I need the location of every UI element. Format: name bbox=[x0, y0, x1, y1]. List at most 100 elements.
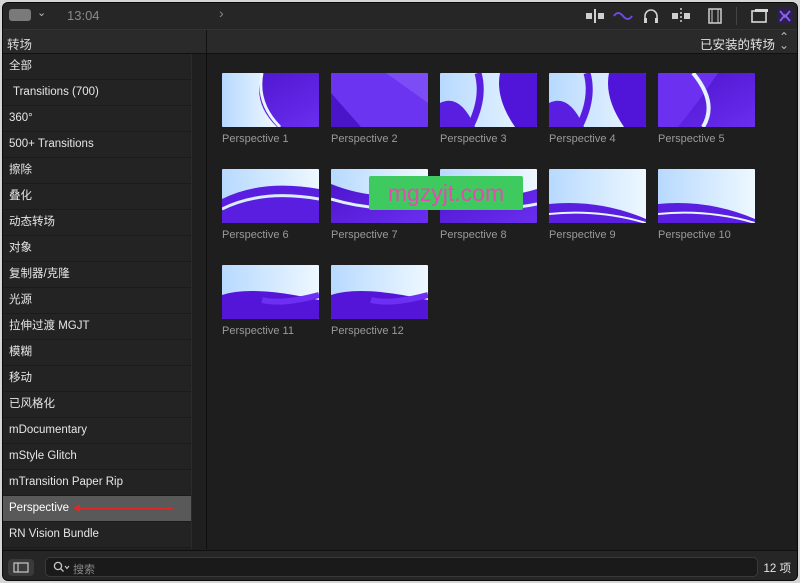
sidebar-item[interactable]: mStyle Glitch bbox=[3, 444, 191, 470]
sidebar-item-label: RN Vision Bundle bbox=[9, 528, 99, 540]
transition-tile[interactable]: Perspective 9 bbox=[549, 169, 646, 241]
sidebar-item[interactable]: Perspective bbox=[3, 496, 191, 522]
sidebar-item[interactable]: 拉伸过渡 MGJT bbox=[3, 314, 191, 340]
transition-tile[interactable]: Perspective 12 bbox=[331, 265, 428, 337]
header-divider bbox=[206, 30, 207, 53]
search-field[interactable]: 搜索 bbox=[45, 557, 758, 577]
skimming-icon[interactable] bbox=[671, 8, 691, 24]
transition-label: Perspective 3 bbox=[440, 133, 507, 145]
filmstrip-icon[interactable] bbox=[707, 8, 723, 24]
sidebar-item[interactable]: 动态转场 bbox=[3, 210, 191, 236]
transition-tile[interactable]: Perspective 1 bbox=[222, 73, 319, 145]
transition-tile[interactable]: Perspective 6 bbox=[222, 169, 319, 241]
sidebar-item-label: 对象 bbox=[9, 242, 32, 254]
sidebar-item-label: 光源 bbox=[9, 294, 32, 306]
installed-transitions-dropdown[interactable]: 已安装的转场 bbox=[700, 34, 775, 53]
transition-label: Perspective 7 bbox=[331, 229, 398, 241]
transition-tile[interactable]: Perspective 3 bbox=[440, 73, 537, 145]
transition-tile[interactable]: Perspective 2 bbox=[331, 73, 428, 145]
sidebar-item-label: 叠化 bbox=[9, 190, 32, 202]
headphones-icon[interactable] bbox=[643, 8, 659, 24]
clip-appearance-icon[interactable] bbox=[585, 8, 605, 24]
sidebar-item[interactable]: 复制器/克隆 bbox=[3, 262, 191, 288]
window-layout-icon[interactable] bbox=[751, 8, 769, 24]
sidebar-item[interactable]: RN Vision Bundle bbox=[3, 522, 191, 548]
sidebar-item-label: 移动 bbox=[9, 372, 32, 384]
chevron-down-icon[interactable]: ⌄ bbox=[37, 6, 46, 19]
transition-thumbnail bbox=[658, 73, 755, 127]
sidebar-item[interactable]: 擦除 bbox=[3, 158, 191, 184]
sidebar-scrollbar[interactable] bbox=[191, 54, 207, 549]
sidebar-toggle-button[interactable] bbox=[8, 559, 34, 576]
sidebar-title: 转场 bbox=[7, 38, 33, 52]
sidebar-item[interactable]: 模糊 bbox=[3, 340, 191, 366]
sidebar-item-label: mStyle Glitch bbox=[9, 450, 77, 462]
transition-label: Perspective 12 bbox=[331, 325, 404, 337]
transition-thumbnail bbox=[549, 169, 646, 223]
sidebar-item[interactable]: 已风格化 bbox=[3, 392, 191, 418]
transition-label: Perspective 5 bbox=[658, 133, 725, 145]
sidebar-item[interactable]: 360° bbox=[3, 106, 191, 132]
library-pill[interactable] bbox=[9, 9, 31, 21]
sidebar-item[interactable]: Transitions (700) bbox=[3, 80, 191, 106]
sidebar-item-label: mDocumentary bbox=[9, 424, 87, 436]
transition-label: Perspective 8 bbox=[440, 229, 507, 241]
transition-tile[interactable]: Perspective 5 bbox=[658, 73, 755, 145]
top-toolbar: ⌄ 13:04 › bbox=[3, 3, 797, 30]
bottom-bar: 搜索 12 项 bbox=[3, 550, 797, 580]
transition-thumbnail bbox=[222, 73, 319, 127]
sidebar-item-label: 360° bbox=[9, 112, 33, 124]
sidebar-item[interactable]: 光源 bbox=[3, 288, 191, 314]
transition-label: Perspective 10 bbox=[658, 229, 731, 241]
sidebar-item[interactable]: 对象 bbox=[3, 236, 191, 262]
transition-label: Perspective 4 bbox=[549, 133, 616, 145]
transition-thumbnail bbox=[331, 73, 428, 127]
sidebar-item[interactable]: mDocumentary bbox=[3, 418, 191, 444]
browser-header: 转场 已安装的转场 ⌃ ⌄ bbox=[3, 30, 797, 54]
sidebar-item[interactable]: 500+ Transitions bbox=[3, 132, 191, 158]
sidebar-item[interactable]: 移动 bbox=[3, 366, 191, 392]
sidebar-item-label: 已风格化 bbox=[9, 398, 55, 410]
transition-thumbnail bbox=[658, 169, 755, 223]
annotation-arrow bbox=[73, 504, 173, 512]
sidebar-item[interactable]: mTransition Paper Rip bbox=[3, 470, 191, 496]
transition-tile[interactable]: Perspective 4 bbox=[549, 73, 646, 145]
transition-tile[interactable]: Perspective 10 bbox=[658, 169, 755, 241]
timecode: 13:04 bbox=[67, 8, 100, 23]
sidebar-item-label: 复制器/克隆 bbox=[9, 268, 70, 280]
transition-label: Perspective 2 bbox=[331, 133, 398, 145]
transition-thumbnail bbox=[440, 73, 537, 127]
sidebar-item-label: 全部 bbox=[9, 60, 32, 72]
sidebar-item[interactable]: 叠化 bbox=[3, 184, 191, 210]
transition-label: Perspective 6 bbox=[222, 229, 289, 241]
up-down-chevron-icon[interactable]: ⌃ ⌄ bbox=[779, 31, 789, 51]
sidebar-item-label: 拉伸过渡 MGJT bbox=[9, 320, 90, 332]
transition-thumbnail bbox=[222, 265, 319, 319]
transition-thumbnail bbox=[222, 169, 319, 223]
transition-label: Perspective 11 bbox=[222, 325, 294, 337]
sidebar-item-label: mTransition Paper Rip bbox=[9, 476, 123, 488]
sidebar-toggle-icon bbox=[13, 562, 29, 573]
watermark: mgzyjt.com bbox=[369, 176, 523, 210]
pane-divider[interactable] bbox=[206, 54, 207, 549]
audio-waveform-icon[interactable] bbox=[613, 8, 633, 24]
transition-thumbnail bbox=[331, 265, 428, 319]
sidebar-item-label: 动态转场 bbox=[9, 216, 55, 228]
transition-label: Perspective 9 bbox=[549, 229, 616, 241]
sidebar-item-label: 模糊 bbox=[9, 346, 32, 358]
search-placeholder: 搜索 bbox=[73, 564, 95, 576]
item-count: 12 项 bbox=[763, 563, 792, 575]
category-sidebar: 全部 Transitions (700) 360° 500+ Transitions 擦… bbox=[3, 54, 191, 549]
sidebar-item-label: Transitions (700) bbox=[13, 86, 99, 98]
transitions-browser-window: ⌄ 13:04 › 转场 已安装的转场 ⌃ ⌄ 全部 Transitions (… bbox=[2, 2, 798, 581]
chevron-right-icon[interactable]: › bbox=[219, 5, 224, 21]
sidebar-item-label: 500+ Transitions bbox=[9, 138, 94, 150]
transitions-browser-icon[interactable] bbox=[777, 8, 793, 24]
sidebar-item-label: 擦除 bbox=[9, 164, 32, 176]
transition-tile[interactable]: Perspective 11 bbox=[222, 265, 319, 337]
transition-label: Perspective 1 bbox=[222, 133, 289, 145]
transition-thumbnail bbox=[549, 73, 646, 127]
search-icon bbox=[53, 561, 70, 572]
sidebar-item[interactable]: 全部 bbox=[3, 54, 191, 80]
sidebar-item-label: Perspective bbox=[9, 502, 70, 514]
